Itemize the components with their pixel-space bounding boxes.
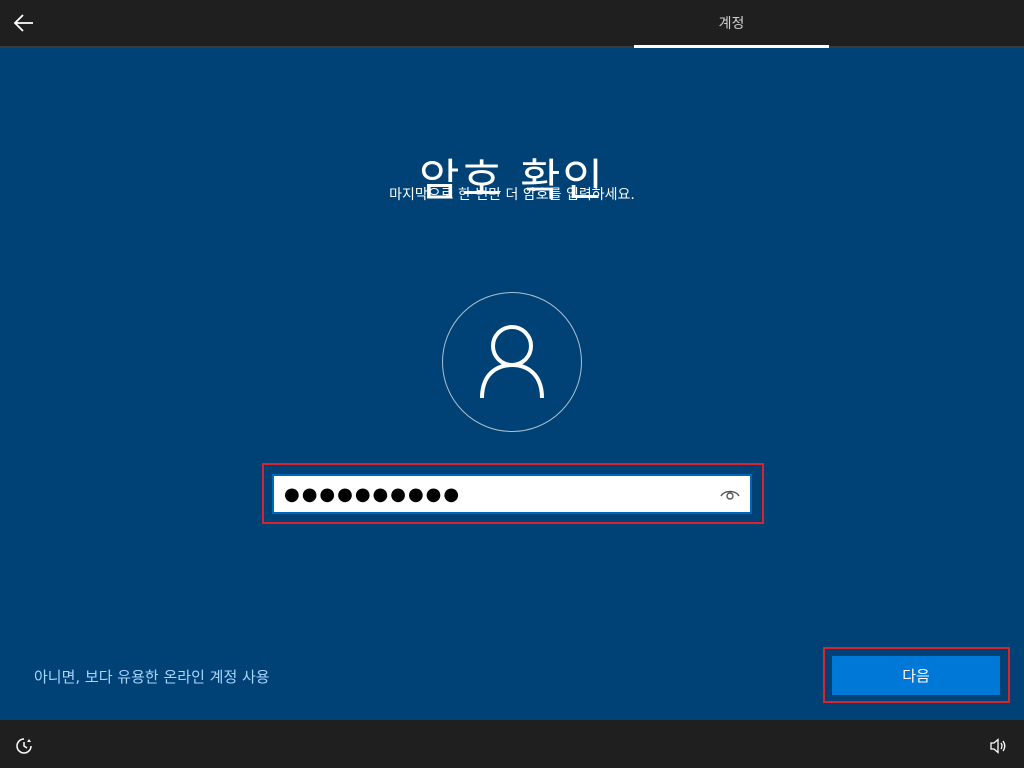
- next-button[interactable]: 다음: [832, 656, 1000, 695]
- password-field[interactable]: [272, 474, 752, 514]
- eye-icon: [720, 490, 740, 500]
- avatar: [442, 292, 582, 432]
- page-subtitle: 마지막으로 한 번만 더 암호를 입력하세요.: [389, 187, 635, 203]
- reveal-password-button[interactable]: [710, 476, 750, 512]
- accessibility-button[interactable]: [14, 736, 34, 756]
- bottom-bar: [0, 720, 1024, 768]
- top-bar: 계정: [0, 0, 1024, 48]
- accessibility-icon: [16, 738, 32, 754]
- password-input[interactable]: [274, 476, 710, 512]
- volume-button[interactable]: [988, 736, 1008, 756]
- tab-account[interactable]: 계정: [634, 0, 829, 46]
- tab-underline: [634, 45, 829, 48]
- online-account-link[interactable]: 아니면, 보다 유용한 온라인 계정 사용: [34, 666, 270, 687]
- user-icon: [480, 325, 544, 399]
- arrow-left-icon: [13, 14, 33, 32]
- back-button[interactable]: [10, 9, 38, 37]
- volume-icon: [990, 738, 1006, 754]
